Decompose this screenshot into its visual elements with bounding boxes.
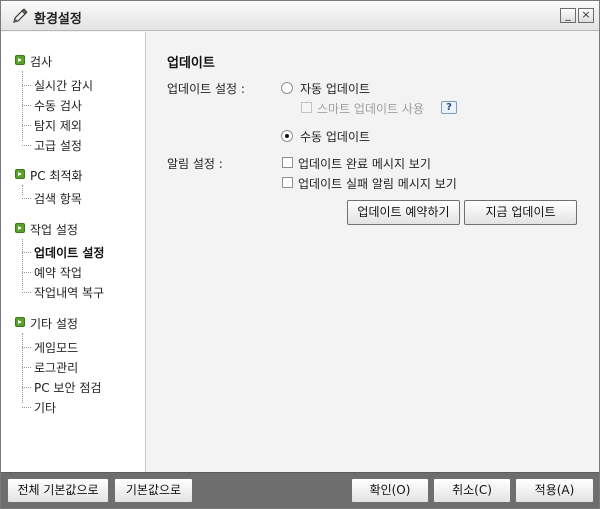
complete-message-checkbox[interactable] [282,157,293,168]
reset-all-button[interactable]: 전체 기본값으로 [7,478,109,503]
help-icon[interactable]: ? [441,101,457,114]
arrow-icon [15,55,25,65]
smart-update-label: 스마트 업데이트 사용 [317,102,424,116]
apply-button[interactable]: 적용(A) [515,478,594,503]
cancel-button[interactable]: 취소(C) [433,478,511,503]
auto-update-radio[interactable] [281,82,293,94]
sidebar-group-other: 기타 설정 게임모드 로그관리 PC 보안 점검 기타 [1,315,146,415]
reset-defaults-button[interactable]: 기본값으로 [114,478,193,503]
tree-line [22,185,23,195]
manual-update-radio[interactable] [281,130,293,142]
title-bar: 환경설정 _ × [1,1,599,31]
update-setting-label: 업데이트 설정 : [167,82,245,96]
fail-alert-checkbox[interactable] [282,177,293,188]
sidebar-group-task: 작업 설정 업데이트 설정 예약 작업 작업내역 복구 [1,221,146,301]
smart-update-checkbox[interactable] [301,102,312,113]
arrow-icon [15,317,25,327]
tree-line [22,71,23,141]
sidebar-group-pc-optimize: PC 최적화 검색 항목 [1,167,146,207]
settings-panel: 업데이트 업데이트 설정 : 자동 업데이트 스마트 업데이트 사용 ? 수동 … [147,32,599,472]
arrow-icon [15,169,25,179]
tree-line [22,239,23,290]
update-now-button[interactable]: 지금 업데이트 [464,200,577,225]
minimize-button[interactable]: _ [560,8,576,23]
schedule-update-button[interactable]: 업데이트 예약하기 [347,200,460,225]
fail-alert-label[interactable]: 업데이트 실패 알림 메시지 보기 [298,175,457,192]
section-title: 업데이트 [167,56,215,71]
tree-line [22,333,23,403]
close-button[interactable]: × [578,8,594,23]
settings-window: 환경설정 _ × 검사 실시간 감시 수동 검사 탐지 제외 고급 설정 PC … [0,0,600,509]
complete-message-label[interactable]: 업데이트 완료 메시지 보기 [298,155,431,172]
ok-button[interactable]: 확인(O) [351,478,429,503]
manual-update-label[interactable]: 수동 업데이트 [300,128,370,145]
sidebar: 검사 실시간 감시 수동 검사 탐지 제외 고급 설정 PC 최적화 검색 항목… [1,32,146,472]
pencil-icon [13,8,28,23]
window-title: 환경설정 [34,12,82,27]
alert-setting-label: 알림 설정 : [167,157,223,171]
arrow-icon [15,223,25,233]
footer-bar: 전체 기본값으로 기본값으로 확인(O) 취소(C) 적용(A) [1,472,599,508]
sidebar-group-scan: 검사 실시간 감시 수동 검사 탐지 제외 고급 설정 [1,53,146,153]
auto-update-label[interactable]: 자동 업데이트 [300,80,370,97]
